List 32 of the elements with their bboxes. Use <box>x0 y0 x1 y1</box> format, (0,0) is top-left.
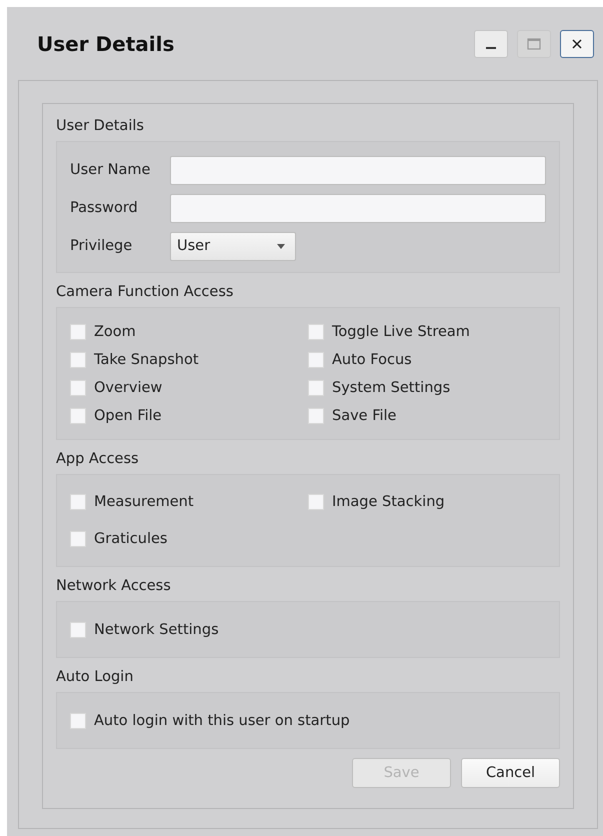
checkbox-option[interactable]: Auto login with this user on startup <box>70 707 546 735</box>
checkbox-option[interactable]: Zoom <box>70 318 308 346</box>
checkbox-option[interactable]: Graticules <box>70 520 308 557</box>
username-field[interactable] <box>170 156 546 184</box>
maximize-icon <box>527 38 541 50</box>
checkbox-option[interactable]: Image Stacking <box>308 483 546 520</box>
group-label: Camera Function Access <box>56 283 234 302</box>
checkbox-option[interactable]: Measurement <box>70 483 308 520</box>
field-label: Password <box>70 200 139 216</box>
field-label: User Name <box>70 162 152 178</box>
privilege-dropdown[interactable]: User <box>170 232 296 260</box>
checkbox-option[interactable]: Save File <box>308 402 546 430</box>
checkbox-option[interactable]: Auto Focus <box>308 346 546 374</box>
checkbox-option[interactable]: System Settings <box>308 374 546 402</box>
group-label: User Details <box>56 117 145 136</box>
group-label: Network Access <box>56 577 172 596</box>
minimize-button[interactable] <box>474 30 508 58</box>
minimize-icon <box>486 47 496 49</box>
cancel-button[interactable]: Cancel <box>461 758 560 788</box>
checkbox-option[interactable]: Network Settings <box>70 616 546 644</box>
close-icon <box>571 38 583 50</box>
password-field[interactable] <box>170 194 546 222</box>
window-title: User Details <box>37 32 174 56</box>
field-label: Privilege <box>70 238 134 254</box>
group-label: Auto Login <box>56 668 134 687</box>
close-button[interactable] <box>560 30 594 58</box>
checkbox-option[interactable]: Open File <box>70 402 308 430</box>
checkbox-option[interactable]: Overview <box>70 374 308 402</box>
dropdown-arrow-icon <box>277 244 285 248</box>
checkbox-option[interactable]: Take Snapshot <box>70 346 308 374</box>
checkbox-option[interactable]: Toggle Live Stream <box>308 318 546 346</box>
group-label: App Access <box>56 450 140 469</box>
